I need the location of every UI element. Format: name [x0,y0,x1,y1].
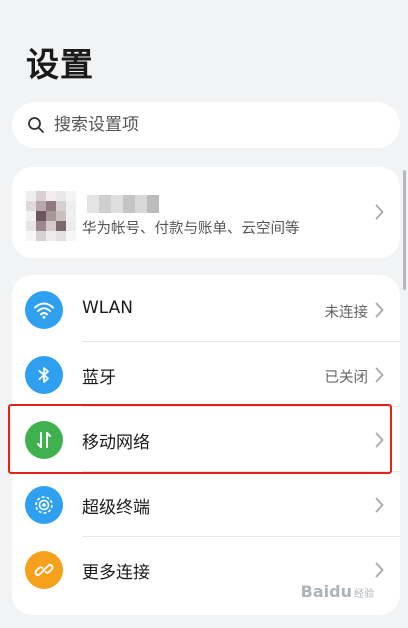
settings-item-label: 蓝牙 [82,368,116,388]
chevron-right-icon [375,497,384,513]
account-description: 华为帐号、付款与账单、云空间等 [82,221,300,237]
settings-item-wlan[interactable]: WLAN 未连接 [12,277,400,341]
super-device-icon [25,486,63,524]
avatar [26,191,76,241]
settings-item-label: 更多连接 [82,563,150,583]
search-bar[interactable] [12,102,400,148]
chevron-right-icon [375,562,384,578]
account-card[interactable]: 华为帐号、付款与账单、云空间等 [12,167,400,258]
settings-item-super-device[interactable]: 超级终端 [12,472,400,536]
search-input[interactable] [54,115,354,135]
chevron-right-icon [375,204,384,220]
watermark-sub: 经验 [354,589,374,600]
settings-item-bluetooth[interactable]: 蓝牙 已关闭 [12,342,400,406]
link-icon [25,551,63,589]
mobile-data-icon [25,421,63,459]
settings-item-mobile-network[interactable]: 移动网络 [12,407,400,471]
wifi-icon [25,291,63,329]
search-icon [28,117,44,133]
page-title: 设置 [26,45,94,84]
account-name-blurred [87,195,159,213]
bluetooth-icon [25,356,63,394]
chevron-right-icon [375,432,384,448]
settings-list-card: WLAN 未连接 蓝牙 已关闭 移动网络 超级终端 更多连接 [12,275,400,615]
bluetooth-status: 已关闭 [324,370,369,386]
watermark-brand: Baidu [300,582,352,601]
settings-item-label: 超级终端 [82,498,150,518]
settings-item-label: 移动网络 [82,433,150,453]
chevron-right-icon [375,367,384,383]
watermark: Baidu 经验 [301,582,374,601]
wlan-status: 未连接 [324,305,369,321]
chevron-right-icon [375,302,384,318]
scrollbar-thumb[interactable] [403,170,406,290]
settings-item-label: WLAN [82,298,134,318]
